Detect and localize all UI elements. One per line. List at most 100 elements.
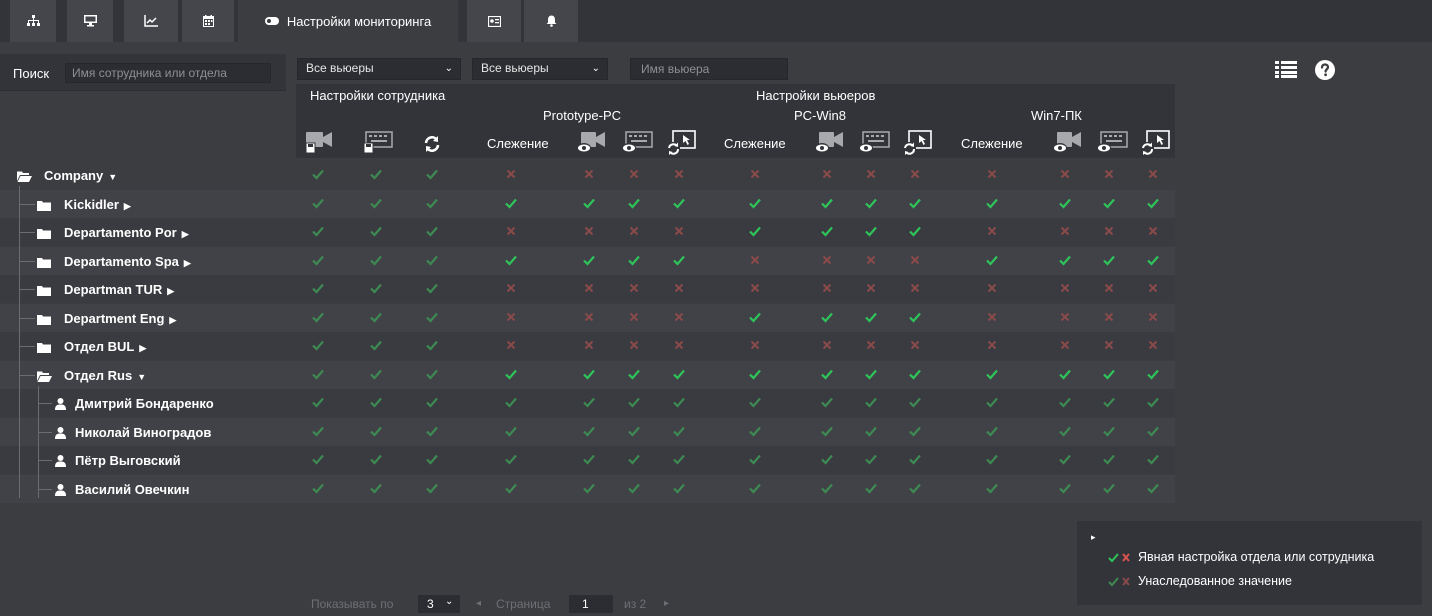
- check-icon[interactable]: [582, 481, 596, 495]
- check-icon[interactable]: [748, 424, 762, 438]
- check-icon[interactable]: [820, 424, 834, 438]
- check-icon[interactable]: [908, 424, 922, 438]
- check-icon[interactable]: [1058, 253, 1072, 267]
- cross-icon[interactable]: [504, 224, 518, 238]
- check-icon[interactable]: [748, 481, 762, 495]
- check-icon[interactable]: [627, 253, 641, 267]
- check-icon[interactable]: [369, 481, 383, 495]
- cross-icon[interactable]: [1146, 224, 1160, 238]
- caret-right-icon[interactable]: ▶: [182, 229, 189, 239]
- cross-icon[interactable]: [748, 338, 762, 352]
- check-icon[interactable]: [582, 424, 596, 438]
- check-icon[interactable]: [748, 452, 762, 466]
- check-icon[interactable]: [864, 481, 878, 495]
- cross-icon[interactable]: [1102, 167, 1116, 181]
- department-label[interactable]: Kickidler ▶: [64, 197, 131, 212]
- check-icon[interactable]: [985, 253, 999, 267]
- check-icon[interactable]: [672, 481, 686, 495]
- department-label[interactable]: Departman TUR ▶: [64, 282, 174, 297]
- check-icon[interactable]: [1102, 196, 1116, 210]
- check-icon[interactable]: [311, 167, 325, 181]
- cross-icon[interactable]: [1102, 281, 1116, 295]
- cross-icon[interactable]: [672, 338, 686, 352]
- check-icon[interactable]: [864, 395, 878, 409]
- check-icon[interactable]: [908, 452, 922, 466]
- check-icon[interactable]: [1146, 367, 1160, 381]
- check-icon[interactable]: [425, 338, 439, 352]
- check-icon[interactable]: [369, 196, 383, 210]
- check-icon[interactable]: [1058, 196, 1072, 210]
- check-icon[interactable]: [1146, 452, 1160, 466]
- caret-right-icon[interactable]: ▶: [139, 343, 146, 353]
- check-icon[interactable]: [311, 310, 325, 324]
- check-icon[interactable]: [627, 367, 641, 381]
- cross-icon[interactable]: [582, 167, 596, 181]
- employee-label[interactable]: Николай Виноградов: [75, 425, 211, 440]
- check-icon[interactable]: [627, 196, 641, 210]
- cross-icon[interactable]: [864, 281, 878, 295]
- check-icon[interactable]: [311, 224, 325, 238]
- cross-icon[interactable]: [908, 338, 922, 352]
- cross-icon[interactable]: [1146, 310, 1160, 324]
- cross-icon[interactable]: [820, 167, 834, 181]
- next-page-icon[interactable]: ▸: [664, 598, 669, 609]
- caret-right-icon[interactable]: ▶: [169, 315, 176, 325]
- check-icon[interactable]: [425, 424, 439, 438]
- check-icon[interactable]: [504, 196, 518, 210]
- check-icon[interactable]: [311, 395, 325, 409]
- check-icon[interactable]: [425, 253, 439, 267]
- check-icon[interactable]: [672, 452, 686, 466]
- check-icon[interactable]: [504, 253, 518, 267]
- check-icon[interactable]: [748, 224, 762, 238]
- check-icon[interactable]: [425, 452, 439, 466]
- cross-icon[interactable]: [582, 310, 596, 324]
- cross-icon[interactable]: [582, 281, 596, 295]
- help-icon[interactable]: [1315, 60, 1335, 80]
- check-icon[interactable]: [1102, 481, 1116, 495]
- cross-icon[interactable]: [627, 338, 641, 352]
- tab-notifications[interactable]: [524, 0, 578, 42]
- check-icon[interactable]: [504, 367, 518, 381]
- check-icon[interactable]: [425, 281, 439, 295]
- check-icon[interactable]: [369, 281, 383, 295]
- list-view-icon[interactable]: [1275, 61, 1297, 78]
- check-icon[interactable]: [908, 224, 922, 238]
- tab-reports[interactable]: [124, 0, 178, 42]
- cross-icon[interactable]: [1102, 338, 1116, 352]
- caret-right-icon[interactable]: ▶: [124, 201, 131, 211]
- caret-down-icon[interactable]: ▼: [137, 372, 146, 382]
- check-icon[interactable]: [1146, 481, 1160, 495]
- viewer-filter-select-1[interactable]: Все вьюеры ⌄: [297, 58, 461, 80]
- cross-icon[interactable]: [864, 167, 878, 181]
- check-icon[interactable]: [672, 367, 686, 381]
- check-icon[interactable]: [582, 253, 596, 267]
- check-icon[interactable]: [369, 367, 383, 381]
- check-icon[interactable]: [504, 395, 518, 409]
- cross-icon[interactable]: [1058, 281, 1072, 295]
- check-icon[interactable]: [504, 424, 518, 438]
- cross-icon[interactable]: [627, 167, 641, 181]
- cross-icon[interactable]: [820, 281, 834, 295]
- cross-icon[interactable]: [864, 338, 878, 352]
- cross-icon[interactable]: [672, 281, 686, 295]
- check-icon[interactable]: [820, 310, 834, 324]
- cross-icon[interactable]: [672, 224, 686, 238]
- check-icon[interactable]: [425, 167, 439, 181]
- cross-icon[interactable]: [820, 338, 834, 352]
- cross-icon[interactable]: [627, 310, 641, 324]
- check-icon[interactable]: [627, 481, 641, 495]
- check-icon[interactable]: [985, 481, 999, 495]
- cross-icon[interactable]: [627, 224, 641, 238]
- check-icon[interactable]: [369, 338, 383, 352]
- tab-license[interactable]: [467, 0, 521, 42]
- cross-icon[interactable]: [504, 338, 518, 352]
- check-icon[interactable]: [1146, 424, 1160, 438]
- check-icon[interactable]: [504, 481, 518, 495]
- check-icon[interactable]: [820, 452, 834, 466]
- check-icon[interactable]: [864, 310, 878, 324]
- check-icon[interactable]: [985, 452, 999, 466]
- check-icon[interactable]: [908, 310, 922, 324]
- check-icon[interactable]: [820, 196, 834, 210]
- check-icon[interactable]: [1102, 424, 1116, 438]
- cross-icon[interactable]: [1058, 224, 1072, 238]
